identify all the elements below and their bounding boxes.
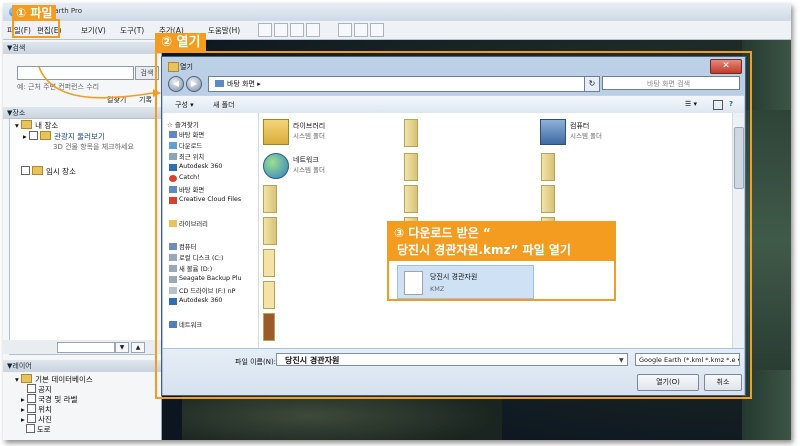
kmz-filetype: KMZ [430, 285, 445, 293]
annotation-step3-line1: ③ 다운로드 받은 “ [394, 226, 491, 240]
screenshot-frame: Google Earth Pro 파일(F) 편집(E) 보기(V) 도구(T)… [3, 3, 791, 440]
file-item-kmz[interactable]: 당진시 경관자원 KMZ [397, 265, 534, 299]
annotation-step3-line2: 당진시 경관자원.kmz” 파일 열기 [397, 243, 571, 257]
kmz-document-icon [404, 271, 423, 295]
kmz-filename: 당진시 경관자원 [430, 273, 478, 281]
